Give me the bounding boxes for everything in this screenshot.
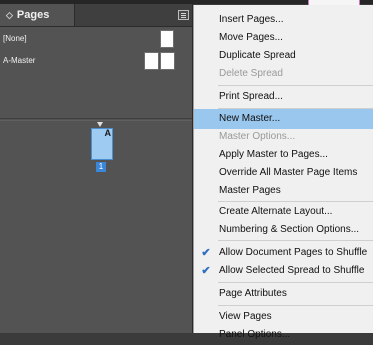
menu-item-view-pages[interactable]: View Pages bbox=[194, 307, 373, 327]
tab-pages-label: Pages bbox=[16, 9, 50, 21]
menu-separator bbox=[218, 85, 373, 86]
menu-item-new-master[interactable]: New Master... bbox=[194, 109, 373, 129]
menu-item-master-pages[interactable]: Master Pages bbox=[194, 181, 373, 201]
menu-item-allow-spread-shuffle-label: Allow Selected Spread to Shuffle bbox=[219, 265, 365, 276]
checkmark-icon: ✔ bbox=[201, 265, 211, 277]
master-label-none: [None] bbox=[3, 34, 27, 43]
panel-divider[interactable] bbox=[0, 118, 192, 119]
menu-item-allow-document-shuffle-label: Allow Document Pages to Shuffle bbox=[219, 247, 368, 258]
menu-item-page-attributes[interactable]: Page Attributes bbox=[194, 284, 373, 304]
menu-separator bbox=[218, 282, 373, 283]
master-thumb-none[interactable] bbox=[160, 30, 174, 48]
menu-item-allow-spread-shuffle[interactable]: ✔ Allow Selected Spread to Shuffle bbox=[194, 261, 373, 281]
master-thumb-a-right[interactable] bbox=[160, 52, 175, 70]
menu-item-allow-document-shuffle[interactable]: ✔ Allow Document Pages to Shuffle bbox=[194, 243, 373, 263]
master-thumb-a-left[interactable] bbox=[144, 52, 159, 70]
panel-divider-highlight bbox=[0, 120, 192, 121]
page-thumbnail[interactable]: A bbox=[91, 128, 113, 160]
checkmark-icon: ✔ bbox=[201, 247, 211, 259]
page-number-badge[interactable]: 1 bbox=[96, 162, 106, 172]
tab-pages[interactable]: ◇ Pages bbox=[0, 4, 75, 26]
menu-item-print-spread[interactable]: Print Spread... bbox=[194, 87, 373, 107]
spread-marker-icon bbox=[97, 122, 103, 127]
menu-item-master-options[interactable]: Master Options... bbox=[194, 127, 373, 147]
menu-item-numbering-section[interactable]: Numbering & Section Options... bbox=[194, 220, 373, 240]
menu-item-duplicate-spread[interactable]: Duplicate Spread bbox=[194, 46, 373, 66]
pages-panel: ◇ Pages [None] A-Master A 1 bbox=[0, 4, 193, 333]
menu-separator bbox=[218, 305, 373, 306]
master-item-a-master[interactable]: A-Master bbox=[0, 52, 192, 72]
panel-menu-icon[interactable] bbox=[178, 10, 189, 20]
menu-item-insert-pages[interactable]: Insert Pages... bbox=[194, 10, 373, 30]
menu-item-delete-spread[interactable]: Delete Spread bbox=[194, 64, 373, 84]
collapse-chevron-icon[interactable]: ◇ bbox=[6, 10, 13, 21]
master-label-a-master: A-Master bbox=[3, 56, 36, 65]
page-master-prefix: A bbox=[104, 128, 112, 138]
menu-item-override-master-items[interactable]: Override All Master Page Items bbox=[194, 163, 373, 183]
menu-item-apply-master[interactable]: Apply Master to Pages... bbox=[194, 145, 373, 165]
menu-item-panel-options[interactable]: Panel Options... bbox=[194, 325, 373, 345]
menu-separator bbox=[218, 240, 373, 241]
panel-tab-bar: ◇ Pages bbox=[0, 4, 192, 27]
menu-item-create-alternate-layout[interactable]: Create Alternate Layout... bbox=[194, 202, 373, 222]
panel-flyout-menu: Insert Pages... Move Pages... Duplicate … bbox=[193, 5, 373, 340]
menu-item-move-pages[interactable]: Move Pages... bbox=[194, 28, 373, 48]
master-item-none[interactable]: [None] bbox=[0, 30, 192, 50]
